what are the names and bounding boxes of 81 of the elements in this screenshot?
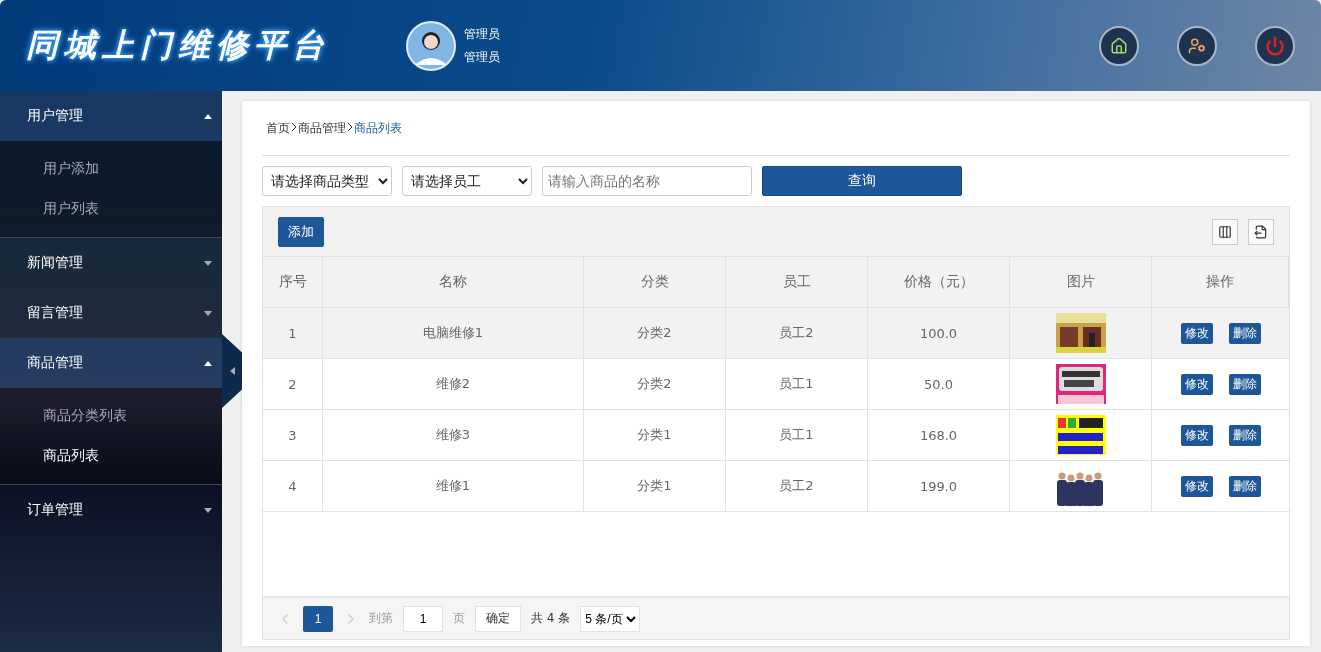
table-cell: 维修3 [323,410,584,461]
chevron-icon [291,122,297,132]
avatar-icon [406,20,456,71]
menu-group[interactable]: 商品管理 [0,338,222,388]
column-header: 序号 [263,257,323,308]
page-input[interactable]: 1 [403,605,443,632]
table-cell: 50.0 [868,359,1010,410]
caret-icon [204,260,212,266]
page-button[interactable]: 1 [303,605,333,632]
add-button[interactable]: 添加 [278,216,324,247]
columns-icon [1218,224,1232,239]
edit-button[interactable]: 修改 [1180,475,1213,497]
table-cell: 维修1 [323,461,584,512]
table-cell: 199.0 [868,461,1010,512]
column-header: 员工 [726,257,868,308]
delete-button[interactable]: 删除 [1228,424,1261,446]
table-cell: 100.0 [868,308,1010,359]
caret-icon [229,367,235,375]
home-icon [1110,36,1128,55]
home-button[interactable] [1099,25,1139,66]
column-header: 分类 [584,257,726,308]
menu-group[interactable]: 留言管理 [0,288,222,338]
export-button[interactable] [1248,218,1274,245]
menu-group[interactable]: 用户管理 [0,91,222,141]
table-cell: 4 [263,461,323,512]
column-header: 图片 [1010,257,1152,308]
table-cell: 员工2 [726,308,868,359]
logout-button[interactable] [1255,25,1295,66]
column-header: 价格（元） [868,257,1010,308]
user-settings-icon [1188,36,1206,55]
page-size-select[interactable]: 5 条/页 [580,605,641,632]
user-settings-button[interactable] [1177,25,1217,66]
delete-button[interactable]: 删除 [1228,475,1261,497]
table-cell: 分类2 [584,359,726,410]
chevron-icon [347,122,353,132]
table-cell: 员工2 [726,461,868,512]
menu-item[interactable]: 商品列表 [0,436,222,476]
delete-button[interactable]: 删除 [1228,322,1261,344]
staff-select[interactable]: 请选择员工 [402,166,532,196]
menu-group[interactable]: 订单管理 [0,485,222,535]
menu-item[interactable]: 用户列表 [0,189,222,229]
caret-icon [204,360,212,366]
user-role: 管理员 [464,48,500,66]
export-icon [1254,224,1268,239]
breadcrumb-link[interactable]: 首页 [266,119,290,137]
search-field[interactable]: 请输入商品的名称 [542,166,752,196]
query-button[interactable]: 查询 [762,166,962,196]
breadcrumb-link[interactable]: 商品管理 [298,119,346,137]
menu-item[interactable]: 用户添加 [0,149,222,189]
goto-label: 到第 [369,610,393,627]
table-cell: 3 [263,410,323,461]
confirm-button[interactable]: 确定 [475,605,521,632]
table-cell: 分类1 [584,410,726,461]
table-cell: 电脑维修1 [323,308,584,359]
total-count: 共 4 条 [531,610,571,627]
columns-button[interactable] [1212,218,1238,245]
table-cell: 分类1 [584,461,726,512]
table-cell: 2 [263,359,323,410]
menu-group[interactable]: 新闻管理 [0,238,222,288]
table-cell: 1 [263,308,323,359]
menu-item[interactable]: 商品分类列表 [0,396,222,436]
column-header: 操作 [1152,257,1289,308]
table-cell: 员工1 [726,359,868,410]
edit-button[interactable]: 修改 [1180,322,1213,344]
caret-icon [204,113,212,119]
caret-icon [204,310,212,316]
edit-button[interactable]: 修改 [1180,424,1213,446]
table-cell: 维修2 [323,359,584,410]
caret-icon [204,507,212,513]
table-cell: 分类2 [584,308,726,359]
table-cell: 168.0 [868,410,1010,461]
breadcrumb-link[interactable]: 商品列表 [354,119,402,137]
user-name: 管理员 [464,25,500,43]
site-title: 同城上门维修平台 [26,24,331,66]
power-icon [1265,35,1285,56]
category-select[interactable]: 请选择商品类型 [262,166,392,196]
column-header: 名称 [323,257,584,308]
table-cell: 员工1 [726,410,868,461]
edit-button[interactable]: 修改 [1180,373,1213,395]
delete-button[interactable]: 删除 [1228,373,1261,395]
page-unit-label: 页 [453,610,465,627]
